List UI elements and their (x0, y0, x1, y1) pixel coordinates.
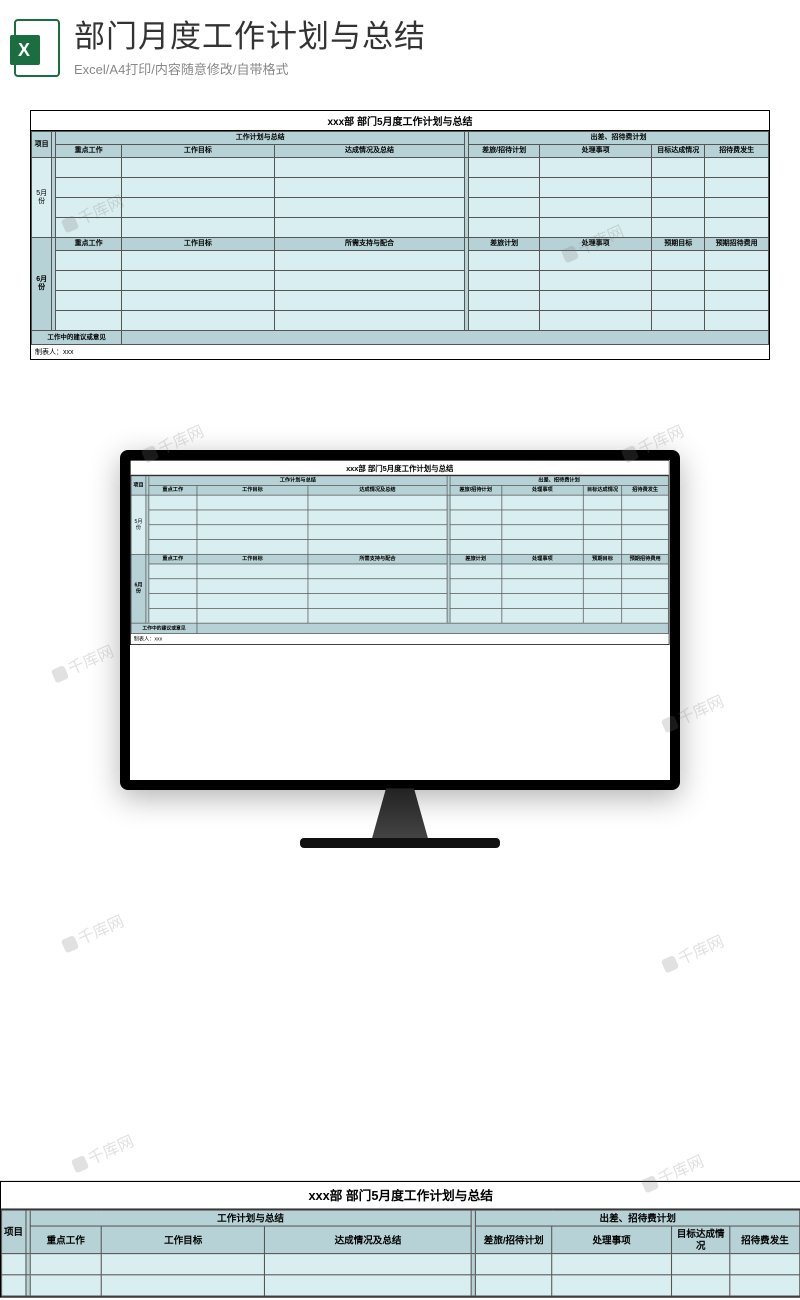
preparer: 制表人：xxx (31, 345, 769, 359)
monitor-stand (365, 788, 435, 838)
h-result: 达成情况及总结 (274, 145, 465, 158)
watermark: 千库网 (68, 1128, 137, 1176)
excel-icon (14, 19, 60, 77)
monitor-base (300, 838, 500, 848)
spreadsheet-preview-large: xxx部 部门5月度工作计划与总结 项目 工作计划与总结 出差、招待费计划 重点… (30, 110, 770, 360)
footer-label: 工作中的建议或意见 (32, 331, 122, 345)
page-subtitle: Excel/A4打印/内容随意修改/自带格式 (74, 59, 426, 78)
h-achieve: 目标达成情况 (652, 145, 705, 158)
h-goal: 工作目标 (122, 145, 274, 158)
spreadsheet-preview-crop: xxx部 部门5月度工作计划与总结 项目工作计划与总结出差、招待费计划 重点工作… (0, 1180, 800, 1300)
h-matters: 处理事项 (540, 145, 652, 158)
month-may: 5月份 (32, 158, 52, 238)
watermark: 千库网 (658, 928, 727, 976)
section-plan: 工作计划与总结 (56, 132, 465, 145)
h-expense: 招待费发生 (705, 145, 769, 158)
h-keywork: 重点工作 (56, 145, 122, 158)
page-header: 部门月度工作计划与总结 Excel/A4打印/内容随意修改/自带格式 (0, 0, 800, 84)
monitor-mockup: xxx部 部门5月度工作计划与总结 项目工作计划与总结出差、招待费计划 重点工作… (0, 450, 800, 848)
watermark: 千库网 (58, 908, 127, 956)
sheet-title: xxx部 部门5月度工作计划与总结 (31, 111, 769, 131)
plan-table: 项目 工作计划与总结 出差、招待费计划 重点工作 工作目标 达成情况及总结 差旅… (31, 131, 769, 345)
page-title: 部门月度工作计划与总结 (74, 18, 426, 55)
month-june: 6月份 (32, 238, 52, 331)
section-expense: 出差、招待费计划 (469, 132, 769, 145)
col-project: 项目 (32, 132, 52, 158)
h-travel: 差旅/招待计划 (469, 145, 540, 158)
spreadsheet: xxx部 部门5月度工作计划与总结 项目 工作计划与总结 出差、招待费计划 重点… (30, 110, 770, 360)
monitor-screen: xxx部 部门5月度工作计划与总结 项目工作计划与总结出差、招待费计划 重点工作… (120, 450, 680, 790)
